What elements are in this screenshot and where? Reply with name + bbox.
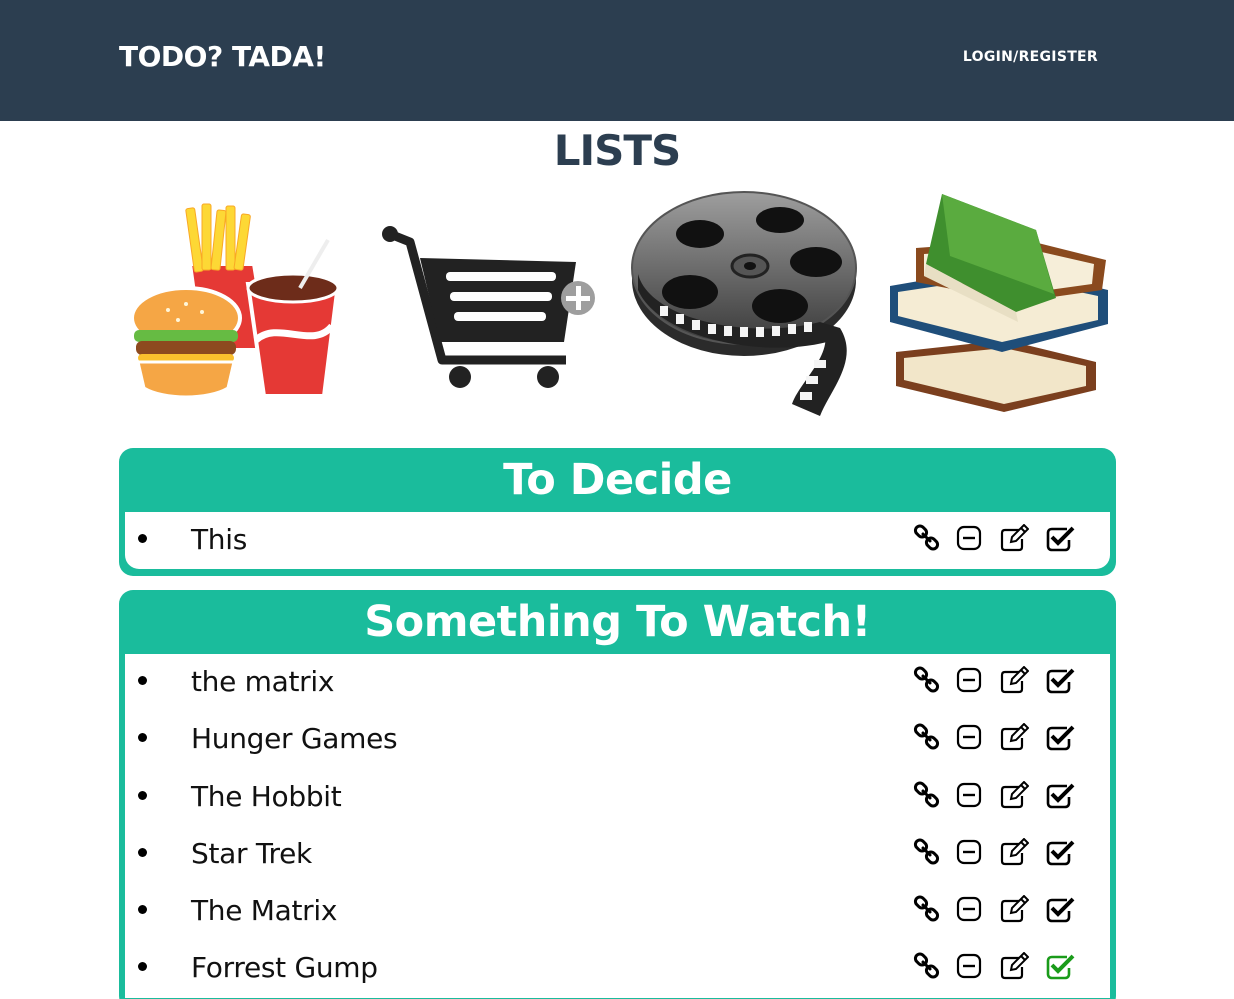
edit-icon[interactable] (999, 780, 1029, 809)
todo-list: the matrix Hunger Games The Hobbit Star … (125, 654, 1110, 998)
bullet (138, 790, 147, 800)
check-square-icon[interactable] (1045, 952, 1075, 980)
todo-item: This (125, 512, 1110, 569)
shopping-cart-category-image[interactable] (380, 222, 600, 392)
list-panel-something-to-watch: Something To Watch! the matrix Hunger Ga… (119, 590, 1116, 999)
todo-item: Hunger Games (125, 711, 1110, 768)
todo-item: The Hobbit (125, 769, 1110, 826)
todo-item-text: the matrix (191, 665, 335, 698)
shopping-cart-icon (382, 226, 595, 388)
todo-item: The Matrix (125, 883, 1110, 940)
bullet (138, 733, 147, 743)
edit-icon[interactable] (999, 837, 1029, 866)
minus-square-icon[interactable] (955, 524, 983, 552)
list-title: Something To Watch! (364, 597, 871, 647)
books-category-image[interactable] (886, 190, 1114, 416)
food-category-image[interactable] (128, 200, 348, 410)
link-icon[interactable] (913, 895, 941, 923)
minus-square-icon[interactable] (955, 838, 983, 866)
page-title: LISTS (553, 126, 682, 175)
minus-square-icon[interactable] (955, 666, 983, 694)
bullet (138, 676, 147, 685)
minus-square-icon[interactable] (955, 952, 983, 980)
bullet (138, 962, 147, 972)
film-reel-icon (631, 191, 857, 416)
edit-icon[interactable] (999, 524, 1029, 552)
todo-item-text: This (191, 523, 248, 556)
edit-icon[interactable] (999, 723, 1029, 751)
check-square-icon[interactable] (1045, 723, 1075, 751)
navbar: TODO? TADA! LOGIN/REGISTER (0, 0, 1234, 121)
login-register-link[interactable]: LOGIN/REGISTER (963, 49, 1098, 65)
check-square-icon[interactable] (1045, 666, 1075, 694)
brand-logo[interactable]: TODO? TADA! (119, 40, 326, 73)
link-icon[interactable] (913, 838, 941, 866)
todo-list: This (125, 512, 1110, 570)
minus-square-icon[interactable] (955, 723, 983, 751)
edit-icon[interactable] (999, 895, 1029, 923)
todo-item-text: Hunger Games (191, 722, 398, 756)
todo-item-text: Star Trek (191, 836, 312, 870)
todo-item: Forrest Gump (125, 940, 1110, 997)
list-panel-to-decide: To Decide This (119, 448, 1116, 577)
check-square-icon[interactable] (1045, 838, 1075, 866)
check-square-icon[interactable] (1045, 781, 1075, 809)
link-icon[interactable] (913, 666, 941, 694)
food-icon (130, 203, 341, 399)
film-reel-category-image[interactable] (630, 190, 862, 422)
todo-item: the matrix (125, 654, 1110, 711)
todo-item-text: The Hobbit (191, 779, 342, 813)
minus-square-icon[interactable] (955, 781, 983, 809)
list-title: To Decide (503, 455, 732, 505)
todo-item-text: Forrest Gump (191, 951, 378, 985)
bullet (138, 847, 147, 857)
todo-item-text: The Matrix (191, 894, 338, 928)
check-square-icon[interactable] (1045, 524, 1075, 552)
edit-icon[interactable] (999, 952, 1029, 980)
bullet (138, 905, 147, 915)
bullet (138, 534, 147, 543)
todo-item: Star Trek (125, 826, 1110, 883)
link-icon[interactable] (913, 781, 941, 809)
link-icon[interactable] (913, 524, 941, 552)
books-icon (890, 194, 1108, 412)
check-square-icon[interactable] (1045, 895, 1075, 923)
minus-square-icon[interactable] (955, 895, 983, 923)
link-icon[interactable] (913, 952, 941, 980)
link-icon[interactable] (913, 723, 941, 751)
edit-icon[interactable] (999, 666, 1029, 694)
